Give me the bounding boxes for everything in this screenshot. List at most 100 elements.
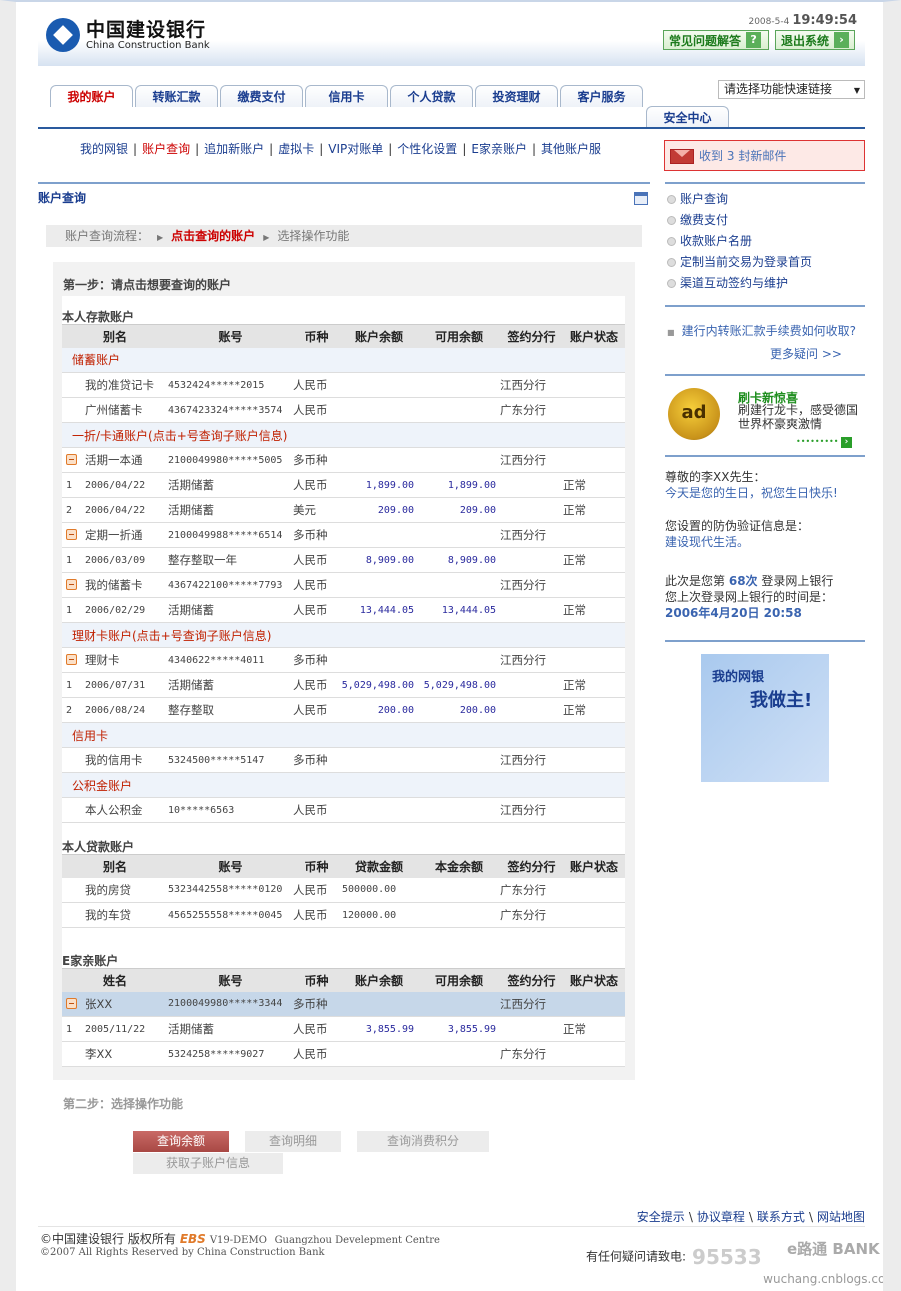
expand-cell [62, 397, 85, 423]
column-header: 贷款金额 [340, 854, 419, 878]
copyright: ©中国建设银行 版权所有 EBS V19-DEMO Guangzhou Devele… [40, 1230, 440, 1247]
branch: 江西分行 [500, 647, 564, 673]
alias: 本人公积金 [85, 797, 169, 823]
sub-account-row[interactable]: 1 2006/07/31 活期储蓄 人民币 5,029,498.00 5,029,498.… [62, 672, 626, 698]
sidebar-link-account-query[interactable]: 账户查询 [667, 190, 812, 211]
subnav-account-query[interactable]: 账户查询 [142, 142, 190, 156]
loan-row[interactable]: 我的车贷 4565255558*****0045 人民币 120000.00 广东分行 [62, 902, 626, 928]
collapse-minus-icon[interactable] [66, 529, 77, 541]
account-row[interactable]: 张XX 2100049980*****3344 多币种 江西分行 [62, 991, 626, 1017]
deposit-type: 整存整取一年 [168, 547, 294, 573]
tab-credit-card[interactable]: 信用卡 [305, 85, 388, 107]
faq-button[interactable]: 常见问题解答? [663, 30, 769, 50]
footer-link-contact[interactable]: 联系方式 [757, 1210, 805, 1224]
sidebar-divider [665, 374, 865, 376]
sidebar-link-channel-signing[interactable]: 渠道互动签约与维护 [667, 274, 812, 295]
expand-cell[interactable] [62, 522, 85, 548]
status [563, 647, 626, 673]
deposit-table: 别名 账号 币种 账户余额 可用余额 签约分行 账户状态 储蓄账户 我的准贷记卡 4532424*… [62, 324, 626, 823]
alias: 我的车贷 [85, 902, 169, 928]
section-row: 理财卡账户(点击+号查询子账户信息) [62, 622, 626, 648]
subnav-family-account[interactable]: E家亲账户 [471, 142, 527, 156]
tab-payment[interactable]: 缴费支付 [220, 85, 303, 107]
window-icon[interactable] [634, 192, 648, 205]
account-row[interactable]: 李XX 5324258*****9027 人民币 广东分行 [62, 1041, 626, 1067]
account-row[interactable]: 理财卡 4340622*****4011 多币种 江西分行 [62, 647, 626, 673]
subnav-personalize[interactable]: 个性化设置 [397, 142, 457, 156]
sidebar-link-set-homepage[interactable]: 定制当前交易为登录首页 [667, 253, 812, 274]
get-subaccount-button[interactable]: 获取子账户信息 [133, 1153, 283, 1174]
account-row[interactable]: 本人公积金 10*****6563 人民币 江西分行 [62, 797, 626, 823]
sidebar-link-payee-list[interactable]: 收款账户名册 [667, 232, 812, 253]
footer-link-security[interactable]: 安全提示 [637, 1210, 685, 1224]
collapse-minus-icon[interactable] [66, 998, 77, 1009]
account-row[interactable]: 广州储蓄卡 4367423324*****3574 人民币 广东分行 [62, 397, 626, 423]
tab-customer-service[interactable]: 客户服务 [560, 85, 643, 107]
promo-banner[interactable]: 我的网银 我做主! [701, 654, 829, 782]
deposit-type: 活期储蓄 [168, 672, 294, 698]
status [563, 991, 626, 1017]
expand-cell [62, 877, 85, 903]
login-suffix: 登录网上银行 [761, 574, 834, 588]
footer-link-sitemap[interactable]: 网站地图 [817, 1210, 865, 1224]
account-row[interactable]: 我的信用卡 5324500*****5147 多币种 江西分行 [62, 747, 626, 773]
subnav-vip-statement[interactable]: VIP对账单 [328, 142, 383, 156]
loan-row[interactable]: 我的房贷 5323442558*****0120 人民币 500000.00 广东分行 [62, 877, 626, 903]
ad-go-button[interactable]: ••••••••• › [796, 437, 853, 448]
more-questions-link[interactable]: 更多疑问 >> [770, 345, 842, 362]
subnav-other-services[interactable]: 其他账户服 [541, 142, 601, 156]
expand-cell[interactable] [62, 572, 85, 598]
account-number: 2100049980*****3344 [168, 991, 294, 1017]
subnav-my-ebank[interactable]: 我的网银 [80, 142, 128, 156]
currency: 多币种 [293, 647, 341, 673]
column-header: 账户状态 [563, 968, 626, 992]
quick-link-select[interactable]: 请选择功能快速链接 [718, 80, 865, 99]
query-detail-button[interactable]: 查询明细 [245, 1131, 341, 1152]
tab-security-center[interactable]: 安全中心 [646, 106, 729, 128]
date: 2008-5-4 [748, 17, 790, 27]
sidebar-link-payment[interactable]: 缴费支付 [667, 211, 812, 232]
status [563, 902, 626, 928]
alias: 定期一折通 [85, 522, 169, 548]
new-mail-notice[interactable]: 收到 3 封新邮件 [664, 140, 865, 171]
sub-account-row[interactable]: 2 2006/04/22 活期储蓄 美元 209.00 209.00 正常 [62, 497, 626, 523]
account-row[interactable]: 定期一折通 2100049988*****6514 多币种 江西分行 [62, 522, 626, 548]
tab-investment[interactable]: 投资理财 [475, 85, 558, 107]
watermark: wuchang.cnblogs.com [763, 1272, 897, 1286]
alias: 我的房贷 [85, 877, 169, 903]
tab-personal-loan[interactable]: 个人贷款 [390, 85, 473, 107]
query-balance-button[interactable]: 查询余额 [133, 1131, 229, 1152]
subnav-add-account[interactable]: 追加新账户 [204, 142, 264, 156]
expand-cell[interactable] [62, 447, 85, 473]
main-tabs: 我的账户 转账汇款 缴费支付 信用卡 个人贷款 投资理财 客户服务 [50, 85, 643, 107]
sub-account-row[interactable]: 1 2006/04/22 活期储蓄 人民币 1,899.00 1,899.00 正常 [62, 472, 626, 498]
collapse-minus-icon[interactable] [66, 454, 77, 466]
footer-link-agreement[interactable]: 协议章程 [697, 1210, 745, 1224]
tab-my-account[interactable]: 我的账户 [50, 85, 133, 107]
alias: 我的准贷记卡 [85, 372, 169, 398]
collapse-minus-icon[interactable] [66, 654, 77, 666]
available-balance [418, 877, 501, 903]
tab-transfer[interactable]: 转账汇款 [135, 85, 218, 107]
account-row[interactable]: 我的储蓄卡 4367422100*****7793 人民币 江西分行 [62, 572, 626, 598]
status: 正常 [563, 547, 626, 573]
deposit-type: 活期储蓄 [168, 497, 294, 523]
account-row[interactable]: 我的准贷记卡 4532424*****2015 人民币 江西分行 [62, 372, 626, 398]
column-header: 账号 [168, 324, 294, 348]
sub-account-row[interactable]: 1 2005/11/22 活期储蓄 人民币 3,855.99 3,855.99 正常 [62, 1016, 626, 1042]
account-row[interactable]: 活期一本通 2100049980*****5005 多币种 江西分行 [62, 447, 626, 473]
query-points-button[interactable]: 查询消费积分 [357, 1131, 489, 1152]
table-header-row: 别名 账号 币种 账户余额 可用余额 签约分行 账户状态 [62, 324, 626, 348]
expand-cell[interactable] [62, 991, 85, 1017]
sub-account-row[interactable]: 1 2006/02/29 活期储蓄 人民币 13,444.05 13,444.05 正常 [62, 597, 626, 623]
status: 正常 [563, 1016, 626, 1042]
sub-account-row[interactable]: 1 2006/03/09 整存整取一年 人民币 8,909.00 8,909.00 正常 [62, 547, 626, 573]
status [563, 747, 626, 773]
subnav-virtual-card[interactable]: 虚拟卡 [278, 142, 314, 156]
expand-cell[interactable] [62, 647, 85, 673]
faq-link[interactable]: 建行内转账汇款手续费如何收取? [667, 322, 856, 339]
sidebar-divider [665, 640, 865, 642]
sub-account-row[interactable]: 2 2006/08/24 整存整取 人民币 200.00 200.00 正常 [62, 697, 626, 723]
logout-button[interactable]: 退出系统 › [775, 30, 855, 50]
collapse-minus-icon[interactable] [66, 579, 77, 591]
